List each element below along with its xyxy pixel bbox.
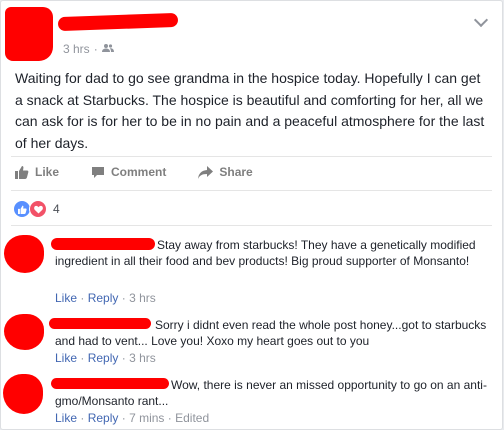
edited-label[interactable]: Edited <box>175 411 209 425</box>
comment-icon <box>91 166 105 179</box>
comment-text: Stay away from starbucks! They have a ge… <box>55 238 476 268</box>
comment-timestamp[interactable]: 7 mins <box>129 411 164 425</box>
commenter-avatar-redacted[interactable] <box>4 314 44 350</box>
author-avatar-redacted[interactable] <box>5 7 53 61</box>
chevron-down-icon[interactable] <box>473 12 489 28</box>
meta-separator: · <box>121 411 126 425</box>
post-body: Waiting for dad to go see grandma in the… <box>15 70 485 151</box>
like-label: Like <box>35 165 60 179</box>
meta-separator: · <box>80 411 85 425</box>
comment-reply-link[interactable]: Reply <box>88 291 119 305</box>
commenter-avatar-redacted[interactable] <box>4 235 44 273</box>
comment-reply-link[interactable]: Reply <box>88 351 119 365</box>
friends-icon[interactable] <box>101 42 114 56</box>
share-label: Share <box>219 165 253 179</box>
comment-text: Sorry i didnt even read the whole post h… <box>55 318 487 348</box>
thumbs-up-icon <box>15 165 29 179</box>
meta-separator: · <box>167 411 172 425</box>
love-reaction-icon <box>29 200 47 218</box>
comment-meta: Like · Reply · 7 mins · Edited <box>55 411 209 425</box>
comment-meta: Like · Reply · 3 hrs <box>55 291 156 305</box>
post-actions: Like Comment Share <box>15 165 285 179</box>
meta-separator: · <box>80 351 85 365</box>
comment-meta: Like · Reply · 3 hrs <box>55 351 156 365</box>
share-icon <box>198 165 214 179</box>
meta-separator: · <box>80 291 85 305</box>
post-meta: 3 hrs · <box>63 42 114 56</box>
comment-timestamp[interactable]: 3 hrs <box>129 351 156 365</box>
comment-timestamp[interactable]: 3 hrs <box>129 291 156 305</box>
like-button[interactable]: Like <box>15 165 59 179</box>
comment-reply-link[interactable]: Reply <box>88 411 119 425</box>
comment-like-link[interactable]: Like <box>55 411 77 425</box>
meta-separator: · <box>93 42 98 56</box>
commenter-avatar-redacted[interactable] <box>3 374 43 414</box>
share-button[interactable]: Share <box>198 165 253 179</box>
comment-like-link[interactable]: Like <box>55 291 77 305</box>
reactions-summary[interactable]: 4 <box>13 200 60 218</box>
comment-button[interactable]: Comment <box>91 165 166 179</box>
comment-like-link[interactable]: Like <box>55 351 77 365</box>
meta-separator: · <box>121 351 126 365</box>
post-card: 3 hrs · Waiting for dad to go see grandm… <box>0 0 503 430</box>
comment-label: Comment <box>111 165 167 179</box>
post-timestamp[interactable]: 3 hrs <box>63 42 90 56</box>
divider <box>11 190 492 191</box>
meta-separator: · <box>121 291 126 305</box>
reactions-count: 4 <box>53 202 60 216</box>
comment-text: Wow, there is never an missed opportunit… <box>55 378 487 408</box>
author-name-redacted[interactable] <box>57 12 179 32</box>
divider <box>11 225 492 226</box>
divider <box>11 156 492 157</box>
